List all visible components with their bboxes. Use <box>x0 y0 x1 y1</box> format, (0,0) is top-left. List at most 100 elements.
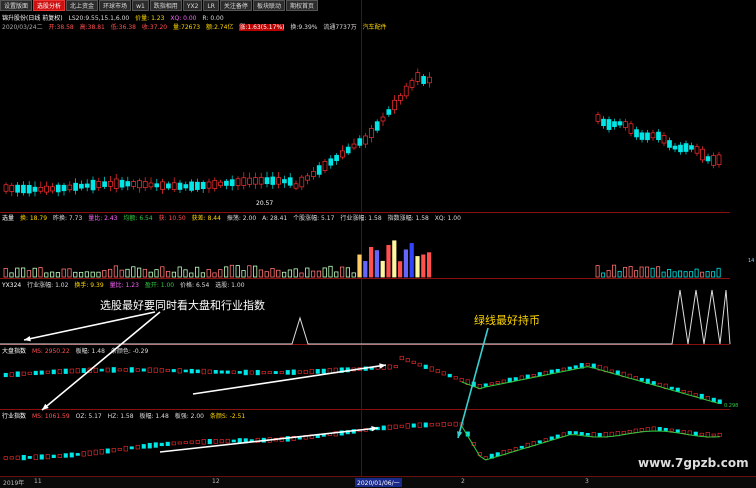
hangye-candle <box>147 442 152 449</box>
dapan-candle <box>213 370 218 374</box>
dapan-candle <box>39 370 44 375</box>
hangye-candle <box>123 445 128 452</box>
dapan-candle <box>651 381 656 385</box>
hangye-candle <box>129 446 134 450</box>
candle-body <box>137 180 142 189</box>
hangye-candle <box>513 447 518 451</box>
dapan-candle <box>525 374 530 379</box>
kline-chart-canvas[interactable] <box>0 0 756 487</box>
candle-body <box>634 129 639 138</box>
candle-body <box>345 146 351 154</box>
volume-bar <box>154 269 159 278</box>
hangye-candle <box>201 439 206 445</box>
volume-bar <box>131 266 136 278</box>
candle-body <box>711 155 716 166</box>
hangye-candle <box>579 432 584 436</box>
volume-bar <box>200 272 205 278</box>
dapan-candle <box>447 373 452 378</box>
volume-bar <box>345 267 351 278</box>
dapan-candle <box>141 368 146 372</box>
dapan-candle <box>273 371 278 374</box>
hangye-candle <box>621 430 626 435</box>
volume-bar <box>683 271 688 278</box>
candle-body <box>398 95 403 101</box>
hangye-candle <box>3 456 8 460</box>
candle-body <box>340 150 345 158</box>
hangye-candle <box>711 433 716 437</box>
volume-bar <box>55 272 61 278</box>
volume-bar <box>328 265 333 278</box>
dapan-candle <box>405 358 410 363</box>
dapan-candle <box>501 379 506 384</box>
volume-bar <box>339 266 345 278</box>
arrow-dapan <box>192 364 387 395</box>
volume-bar <box>700 271 705 278</box>
candle-body <box>374 121 380 131</box>
volume-bar <box>61 268 66 278</box>
volume-bar <box>194 266 200 278</box>
hangye-candle <box>33 454 38 460</box>
hangye-candle <box>387 424 392 430</box>
hangye-candle <box>231 439 236 443</box>
volume-bar <box>38 267 43 278</box>
hangye-candle <box>381 425 386 431</box>
candle-body <box>601 118 606 127</box>
hangye-candle <box>21 454 26 461</box>
volume-bar <box>639 266 644 278</box>
hangye-candle <box>675 429 680 433</box>
candle-body <box>328 158 334 166</box>
hangye-candle <box>207 438 212 445</box>
volume-bar <box>334 271 339 278</box>
candle-body <box>183 184 189 189</box>
hangye-candle <box>105 448 110 454</box>
candle-body <box>656 131 661 141</box>
candle-body <box>617 121 623 126</box>
dapan-candle <box>459 378 464 382</box>
hangye-candle <box>177 441 182 445</box>
dapan-candle <box>483 383 488 387</box>
volume-bar <box>392 240 397 278</box>
volume-bar <box>206 269 211 278</box>
dapan-candle <box>669 386 674 390</box>
dapan-candle <box>111 367 116 373</box>
candle-body <box>595 114 601 122</box>
candle-body <box>369 128 374 138</box>
volume-bar <box>672 271 677 278</box>
axis-highlight-date[interactable]: 2020/01/06/一 <box>355 478 402 487</box>
volume-bar <box>351 272 356 278</box>
volume-bar <box>136 267 142 278</box>
hangye-candle <box>645 427 650 432</box>
dapan-candle <box>693 393 698 397</box>
volume-bar <box>322 267 327 278</box>
volume-bar <box>694 268 699 278</box>
candle-body <box>334 154 339 162</box>
dapan-candle <box>531 374 536 377</box>
dapan-candle <box>399 355 404 361</box>
dapan-candle <box>681 389 686 394</box>
volume-bar <box>617 270 622 278</box>
volume-bar <box>258 269 264 278</box>
volume-bar <box>44 272 49 278</box>
hangye-candle <box>453 421 458 427</box>
dapan-candle <box>135 368 140 372</box>
candle-body <box>84 183 90 188</box>
watermark: www.7gpzb.com <box>638 456 749 470</box>
date-axis: 2019年 11 12 2020/01/06/一 2 3 <box>0 476 756 488</box>
dapan-candle <box>555 368 560 373</box>
candle-body <box>672 145 678 150</box>
hangye-candle <box>405 423 410 429</box>
volume-bar <box>661 271 666 278</box>
volume-bar <box>3 268 8 278</box>
candle-body <box>154 183 160 188</box>
dapan-candle <box>267 371 272 374</box>
hangye-candle <box>141 444 146 449</box>
candle-body <box>235 178 241 186</box>
hangye-candle <box>567 431 572 435</box>
volume-bar <box>316 270 322 278</box>
volume-bar <box>357 254 362 278</box>
hangye-candle <box>555 434 560 439</box>
dapan-candle <box>159 368 164 373</box>
dapan-candle <box>489 382 494 386</box>
candle-body <box>113 178 119 189</box>
candle-body <box>661 134 667 144</box>
